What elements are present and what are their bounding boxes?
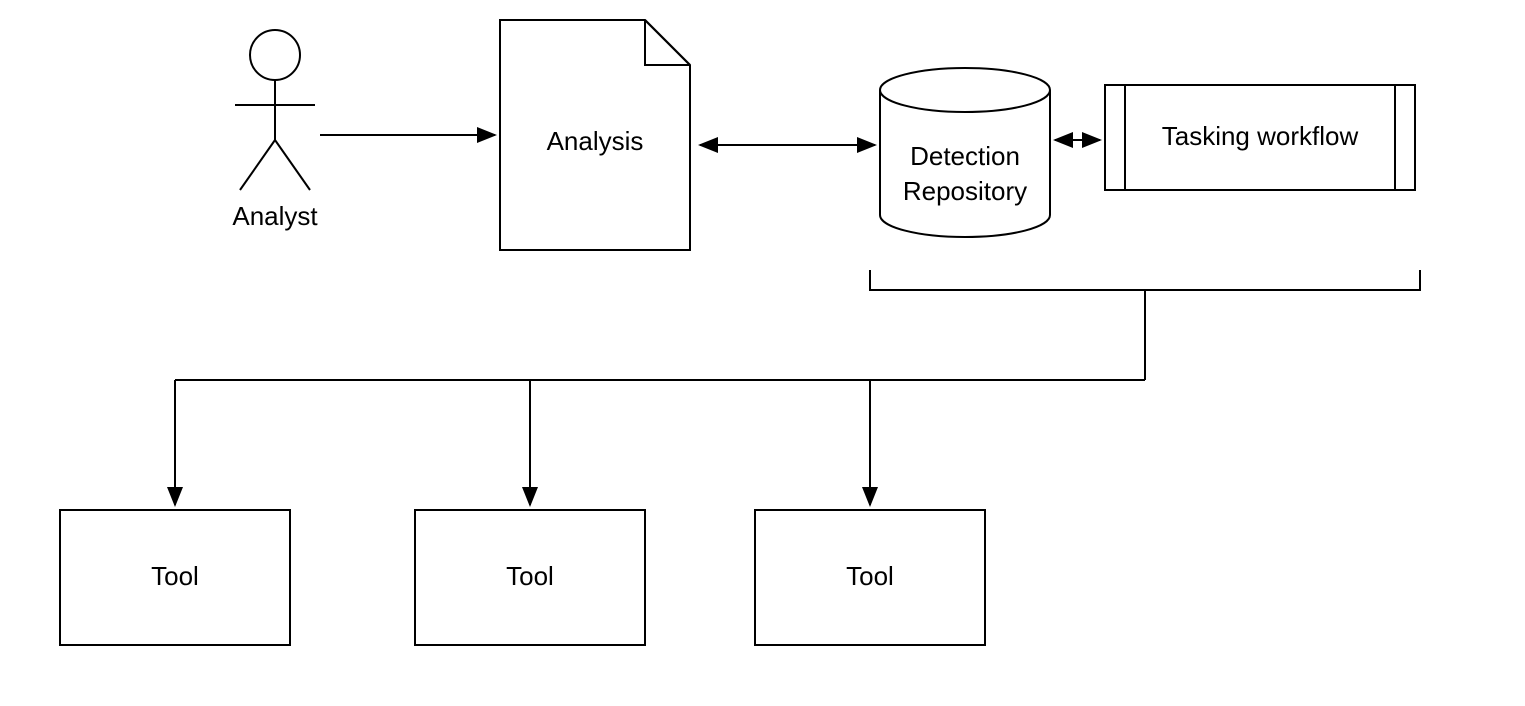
tool-label-1: Tool [151, 561, 199, 591]
analyst-label: Analyst [232, 201, 318, 231]
tool-label-3: Tool [846, 561, 894, 591]
analyst-actor-icon [235, 30, 315, 190]
detection-repository-label-line2: Repository [903, 176, 1027, 206]
grouping-bracket [870, 270, 1420, 290]
tool-label-2: Tool [506, 561, 554, 591]
analysis-label: Analysis [547, 126, 644, 156]
tasking-workflow-label: Tasking workflow [1162, 121, 1359, 151]
diagram-canvas: Analyst Analysis Detection Repository Ta… [0, 0, 1525, 701]
detection-repository-label-line1: Detection [910, 141, 1020, 171]
